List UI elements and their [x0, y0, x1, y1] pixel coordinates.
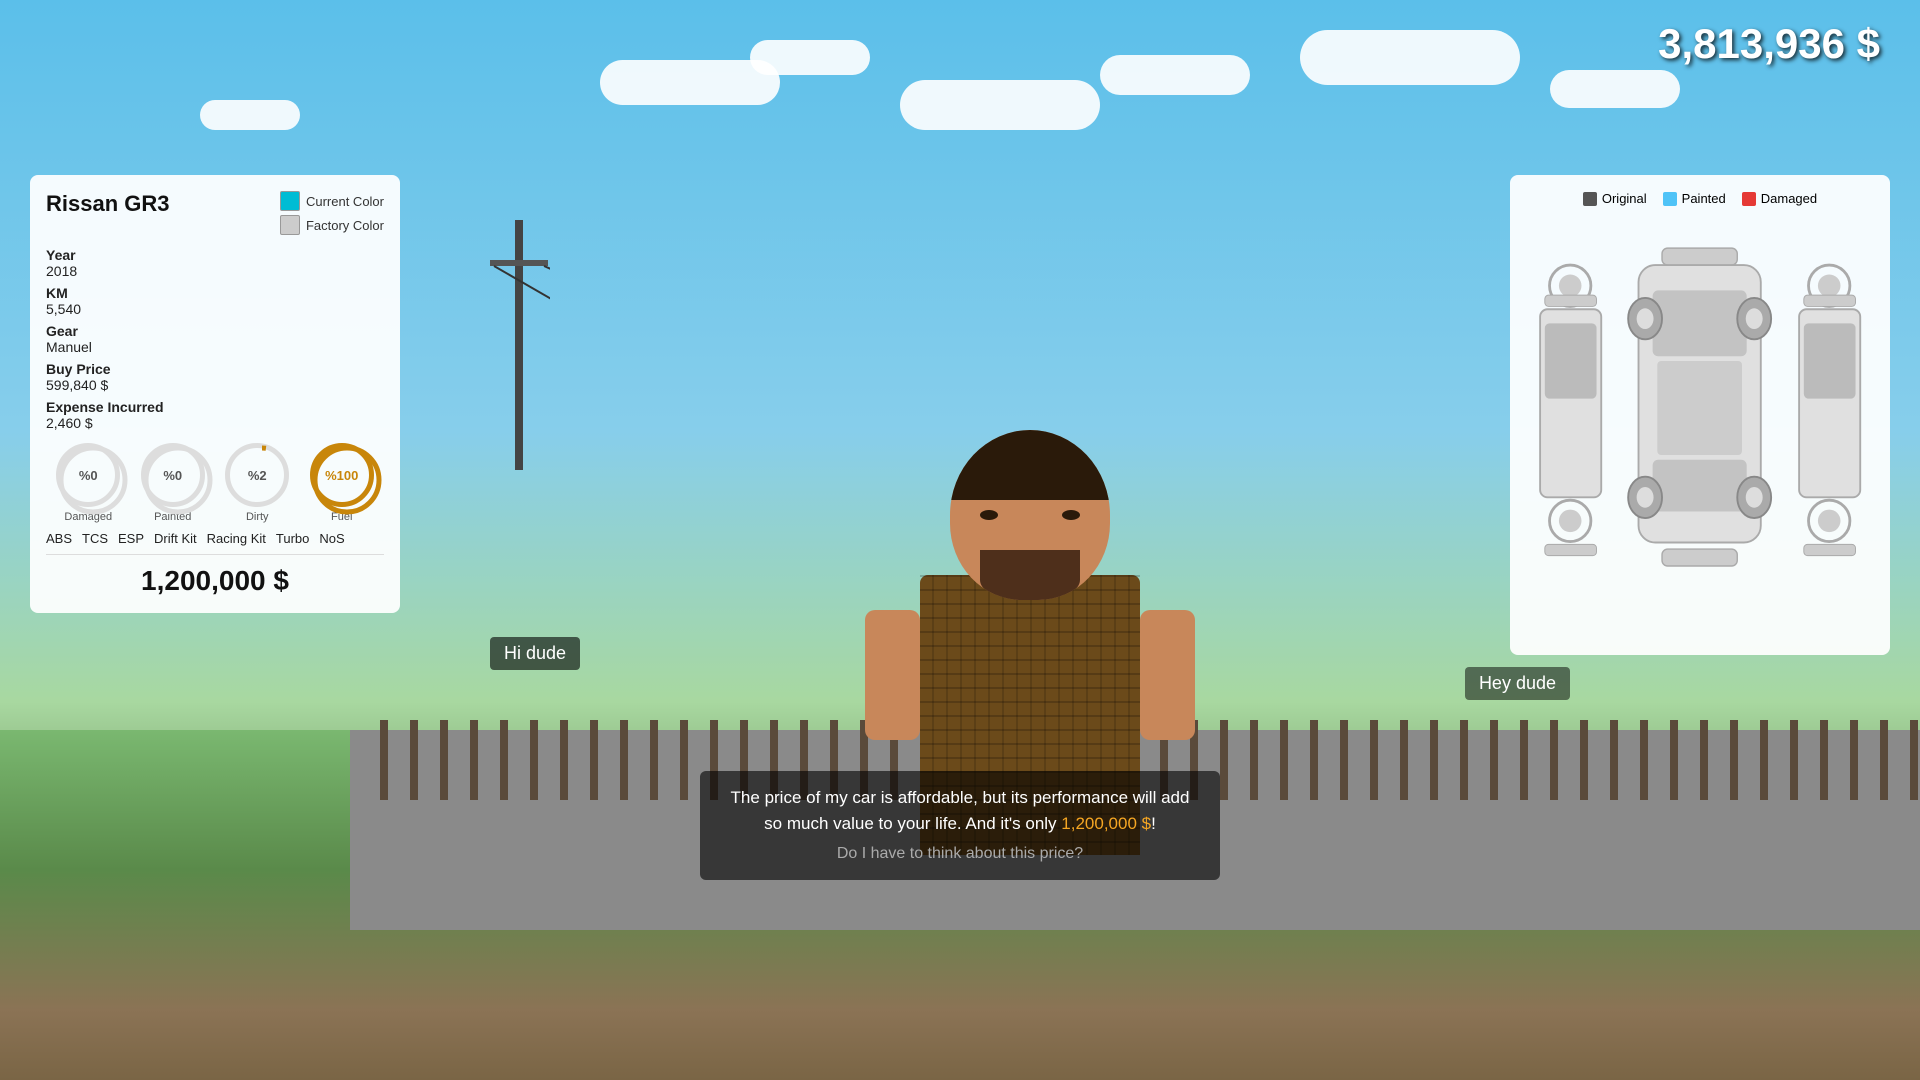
- car-diagram-panel: Original Painted Damaged: [1510, 175, 1890, 655]
- dirty-circle: %2: [225, 443, 289, 507]
- npc-character: [855, 430, 1205, 980]
- buy-price-label: Buy Price: [46, 361, 384, 377]
- fuel-gauge: %100 Fuel: [310, 443, 374, 523]
- legend-painted-dot: [1663, 192, 1677, 206]
- km-value: 5,540: [46, 301, 384, 317]
- car-panel-header: Rissan GR3 Current Color Factory Color: [46, 191, 384, 235]
- money-display: 3,813,936 $: [1658, 20, 1880, 68]
- legend-original-dot: [1583, 192, 1597, 206]
- extra-abs: ABS: [46, 531, 72, 546]
- gear-value: Manuel: [46, 339, 384, 355]
- extras-row: ABS TCS ESP Drift Kit Racing Kit Turbo N…: [46, 531, 384, 546]
- extra-nos: NoS: [319, 531, 344, 546]
- diagram-legend: Original Painted Damaged: [1526, 191, 1874, 206]
- year-value: 2018: [46, 263, 384, 279]
- dialog-pitch: The price of my car is affordable, but i…: [700, 771, 1220, 880]
- current-color-swatch: [280, 191, 300, 211]
- utility-pole: [490, 220, 550, 470]
- char-beard: [980, 550, 1080, 600]
- extra-tcs: TCS: [82, 531, 108, 546]
- dialog-question: Do I have to think about this price?: [720, 842, 1200, 866]
- cloud-4: [1100, 55, 1250, 95]
- car-top-view: [1615, 228, 1784, 588]
- sale-price: 1,200,000 $: [46, 554, 384, 597]
- condition-gauges: %0 Damaged %0 Painted %2 Dirty %100: [46, 443, 384, 523]
- cloud-6: [1550, 70, 1680, 108]
- expense-label: Expense Incurred: [46, 399, 384, 415]
- color-indicators: Current Color Factory Color: [280, 191, 384, 235]
- year-label: Year: [46, 247, 384, 263]
- dialog-response: Hey dude: [1465, 667, 1570, 700]
- char-hair: [950, 430, 1110, 500]
- legend-original-label: Original: [1602, 191, 1647, 206]
- gear-label: Gear: [46, 323, 384, 339]
- current-color-row: Current Color: [280, 191, 384, 211]
- legend-damaged-label: Damaged: [1761, 191, 1817, 206]
- legend-damaged-dot: [1742, 192, 1756, 206]
- dirty-gauge: %2 Dirty: [225, 443, 289, 523]
- char-right-arm: [1140, 610, 1195, 740]
- painted-circle: %0: [141, 443, 205, 507]
- car-name: Rissan GR3: [46, 191, 170, 217]
- legend-painted-label: Painted: [1682, 191, 1726, 206]
- car-diagrams: [1526, 218, 1874, 598]
- car-info-panel: Rissan GR3 Current Color Factory Color Y…: [30, 175, 400, 613]
- char-left-arm: [865, 610, 920, 740]
- km-label: KM: [46, 285, 384, 301]
- factory-color-label: Factory Color: [306, 218, 384, 233]
- cloud-3: [900, 80, 1100, 130]
- expense-value: 2,460 $: [46, 415, 384, 431]
- damaged-circle: %0: [56, 443, 120, 507]
- extra-racingkit: Racing Kit: [207, 531, 266, 546]
- dialog-greeting: Hi dude: [490, 637, 580, 670]
- damaged-gauge: %0 Damaged: [56, 443, 120, 523]
- cloud-5: [1300, 30, 1520, 85]
- legend-damaged: Damaged: [1742, 191, 1817, 206]
- factory-color-row: Factory Color: [280, 215, 384, 235]
- dialog-price-highlight: 1,200,000 $: [1061, 814, 1151, 833]
- char-head: [950, 430, 1110, 600]
- car-right-view: [1785, 228, 1874, 588]
- dialog-pitch-text: The price of my car is affordable, but i…: [720, 785, 1200, 836]
- extra-esp: ESP: [118, 531, 144, 546]
- cloud-7: [200, 100, 300, 130]
- extra-driftkit: Drift Kit: [154, 531, 197, 546]
- char-right-eye: [1062, 510, 1080, 520]
- car-left-view: [1526, 228, 1615, 588]
- buy-price-value: 599,840 $: [46, 377, 384, 393]
- cloud-2: [750, 40, 870, 75]
- legend-painted: Painted: [1663, 191, 1726, 206]
- legend-original: Original: [1583, 191, 1647, 206]
- current-color-label: Current Color: [306, 194, 384, 209]
- painted-gauge: %0 Painted: [141, 443, 205, 523]
- factory-color-swatch: [280, 215, 300, 235]
- extra-turbo: Turbo: [276, 531, 309, 546]
- fuel-circle: %100: [310, 443, 374, 507]
- char-left-eye: [980, 510, 998, 520]
